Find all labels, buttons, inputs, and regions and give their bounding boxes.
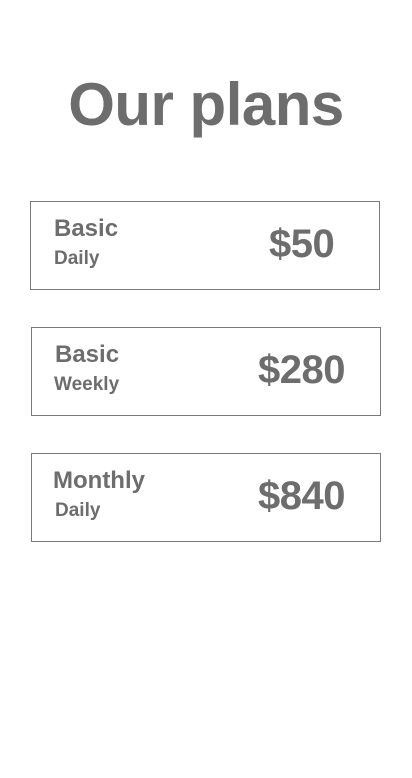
plan-price: $840: [258, 474, 345, 518]
plans-page: Our plans Basic Daily $50 Basic Weekly $…: [0, 0, 412, 778]
plan-period: Daily: [55, 500, 101, 521]
plan-name: Basic: [54, 215, 119, 242]
plan-period: Daily: [54, 248, 100, 269]
plan-card-monthly-daily[interactable]: Monthly Daily $840: [31, 453, 381, 542]
plan-name: Monthly: [53, 467, 145, 494]
plan-card-basic-weekly[interactable]: Basic Weekly $280: [31, 327, 381, 416]
page-title: Our plans: [68, 71, 344, 138]
plan-period: Weekly: [54, 374, 120, 395]
plan-name: Basic: [55, 341, 120, 368]
plan-price: $280: [258, 348, 345, 392]
plan-price: $50: [269, 222, 335, 266]
plan-card-basic-daily[interactable]: Basic Daily $50: [30, 201, 380, 290]
